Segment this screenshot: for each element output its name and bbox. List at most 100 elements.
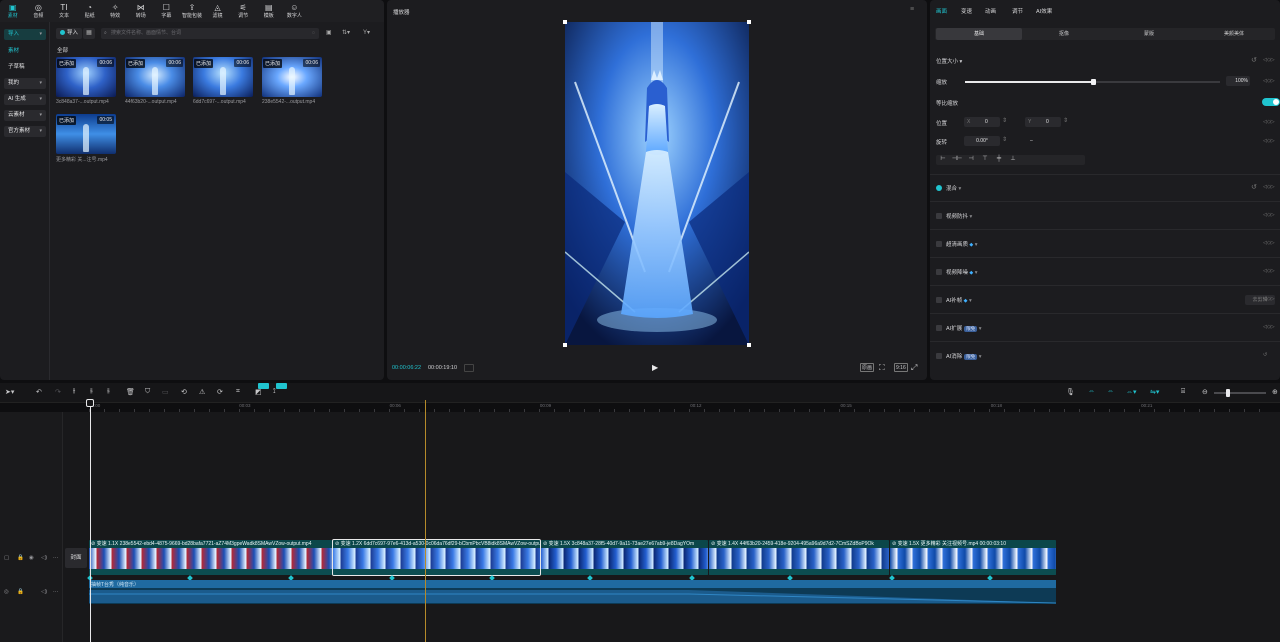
crop-handle-top-right[interactable]	[747, 20, 751, 24]
keyframe-icon[interactable]: ↺	[1263, 352, 1267, 358]
x-stepper-icon[interactable]: ⇕	[1002, 117, 1007, 124]
media-thumbnail[interactable]: 已添加 00:06	[262, 57, 322, 97]
media-item[interactable]: 已添加 00:06 6dd7c697-...output.mp4	[193, 57, 253, 105]
section-checkbox[interactable]	[936, 297, 942, 303]
rotate-icon[interactable]: ⟳	[217, 388, 223, 396]
tool-text[interactable]: TI 文本	[51, 0, 77, 22]
fullscreen-icon[interactable]: ⤢	[910, 363, 918, 372]
tool-subtitle[interactable]: ☐ 字幕	[154, 0, 180, 22]
reverse-icon[interactable]: ⟲	[181, 388, 187, 396]
media-item[interactable]: 已添加 00:06 238e5542-...output.mp4	[262, 57, 322, 105]
position-x-field[interactable]: X0	[964, 117, 1000, 127]
zoom-slider-handle[interactable]	[1226, 389, 1230, 397]
sort-icon[interactable]: ⇅▾	[342, 28, 350, 39]
lock-icon[interactable]: 🔒	[17, 555, 24, 561]
keyframe-icon[interactable]: ◁◇▷	[1263, 240, 1275, 246]
sidebar-item[interactable]: 云素材 ▾	[4, 110, 46, 121]
media-thumbnail[interactable]: 已添加 00:06	[193, 57, 253, 97]
timecode-settings-icon[interactable]	[464, 364, 474, 372]
import-button[interactable]: 导入	[56, 28, 82, 39]
playhead-handle[interactable]	[86, 399, 94, 407]
keyframe-icon[interactable]: ◁◇▷	[1263, 268, 1275, 274]
inspector-subtab[interactable]: 蒙版	[1106, 28, 1192, 40]
sidebar-item[interactable]: 官方素材 ▾	[4, 126, 46, 137]
more-icon[interactable]: ⋯	[53, 589, 59, 595]
filter-icon[interactable]: Y▾	[363, 28, 370, 39]
quality-button[interactable]: 原画	[860, 363, 875, 372]
inspector-subtab[interactable]: 基础	[936, 28, 1022, 40]
tool-template[interactable]: ▤ 模板	[256, 0, 282, 22]
section-header[interactable]: 视频降噪 ◆ ▾	[946, 268, 978, 276]
linkage-icon[interactable]: ⇔▾	[1126, 388, 1137, 396]
media-item[interactable]: 已添加 00:06 44f63b20-...output.mp4	[125, 57, 185, 105]
select-tool-icon[interactable]: ➤▾	[5, 388, 14, 396]
section-header[interactable]: AI扩展 限免 ▾	[946, 324, 982, 332]
freeze-icon[interactable]: ▭	[162, 388, 169, 396]
position-y-field[interactable]: Y0	[1025, 117, 1061, 127]
shield-icon[interactable]: ⛉	[145, 388, 150, 396]
align-right-icon[interactable]: ⊣	[964, 155, 978, 164]
search-input[interactable]: ⌕ 搜索文件名称、画面情节、台词 ◌	[101, 28, 319, 39]
inspector-tab[interactable]: 动画	[985, 7, 996, 15]
visibility-icon[interactable]: ◉	[29, 555, 34, 561]
crop-handle-bottom-right[interactable]	[747, 343, 751, 347]
cover-button[interactable]: 封面	[65, 548, 87, 568]
rotate-field[interactable]: 0.00°	[964, 136, 1000, 146]
position-keyframe-icon[interactable]: ◁◇▷	[1263, 119, 1275, 125]
media-item[interactable]: 已添加 00:06 3c848a37-...output.mp4	[56, 57, 116, 105]
reset-icon[interactable]: ↺	[1251, 183, 1257, 191]
tool-adjust[interactable]: ⚟ 调节	[230, 0, 256, 22]
microphone-icon[interactable]: 🎙	[1066, 388, 1075, 396]
tool-media[interactable]: ▣ 素材	[0, 0, 26, 22]
crop-handle-bottom-left[interactable]	[563, 343, 567, 347]
align-left-icon[interactable]: ⊢	[936, 155, 950, 164]
keyframe-icon[interactable]: ◁◇▷	[1263, 296, 1275, 302]
zoom-in-icon[interactable]: ⊕	[1272, 388, 1278, 396]
section-header[interactable]: 超清画质 ◆ ▾	[946, 240, 978, 248]
sidebar-import[interactable]: 导入 ▾	[4, 29, 46, 40]
rotate-flip-dash[interactable]: –	[1030, 138, 1033, 144]
scale-value[interactable]: 100%	[1226, 76, 1250, 86]
align-center-v-icon[interactable]: ╪	[992, 155, 1006, 164]
scale-keyframe-icon[interactable]: ◁◇▷	[1263, 78, 1275, 84]
tool-sticker[interactable]: ◔ 贴纸	[77, 0, 103, 22]
menu-icon[interactable]: ≡	[910, 6, 914, 13]
main-track-magnet-icon[interactable]: ⇔	[1088, 388, 1095, 395]
y-stepper-icon[interactable]: ⇕	[1063, 117, 1068, 124]
split-right-icon[interactable]: ⫳	[107, 388, 110, 396]
mirror-icon[interactable]: ⚠	[199, 388, 205, 396]
section-header[interactable]: AI补帧 ◆ ▾	[946, 296, 972, 304]
media-thumbnail[interactable]: 已添加 00:06	[56, 57, 116, 97]
keyframe-icon[interactable]: ◁◇▷	[1263, 212, 1275, 218]
sidebar-item[interactable]: 子草稿	[4, 62, 46, 73]
section-checkbox[interactable]	[936, 213, 942, 219]
media-thumbnail[interactable]: 已添加 00:06	[125, 57, 185, 97]
delete-icon[interactable]: 🗑	[126, 388, 135, 396]
ai-effect-icon[interactable]: ◩	[255, 388, 262, 396]
media-item[interactable]: 已添加 00:05 更多精彩 关...注号.mp4	[56, 114, 116, 163]
section-checkbox[interactable]	[936, 241, 942, 247]
sidebar-item[interactable]: AI 生成 ▾	[4, 94, 46, 105]
video-preview[interactable]	[565, 22, 749, 345]
split-icon[interactable]: ⫲	[73, 388, 75, 396]
section-header[interactable]: 视频防抖 ▾	[946, 212, 972, 220]
inspector-tab[interactable]: 变速	[961, 7, 972, 15]
video-clip[interactable]: ⊘ 变速 1.4X 44f63b20-2459-418e-9204-495a96…	[709, 540, 889, 575]
scale-slider-track[interactable]	[965, 79, 1220, 85]
keyframe-icon[interactable]: ◁◇▷	[1263, 57, 1275, 63]
sidebar-item[interactable]: 我的 ▾	[4, 78, 46, 89]
tool-digital-human[interactable]: ☺ 数字人	[282, 0, 308, 22]
lock-icon[interactable]: 🔒	[17, 589, 24, 595]
inspector-subtab[interactable]: 美颜美体	[1191, 28, 1277, 40]
aspect-ratio-button[interactable]: 9:16	[894, 363, 908, 372]
speaker-icon[interactable]: ◁)	[41, 589, 47, 595]
media-thumbnail[interactable]: 已添加 00:05	[56, 114, 116, 154]
crop-icon[interactable]: ⌗	[236, 388, 240, 396]
tool-smart-package[interactable]: ⇪ 智能包装	[179, 0, 205, 22]
section-checkbox[interactable]	[936, 325, 942, 331]
sidebar-item[interactable]: 素材	[4, 46, 46, 57]
section-checkbox[interactable]	[936, 185, 942, 191]
inspector-tab[interactable]: 画面	[936, 7, 947, 15]
rotate-keyframe-icon[interactable]: ◁◇▷	[1263, 138, 1275, 144]
scale-slider-handle[interactable]	[1090, 79, 1096, 85]
